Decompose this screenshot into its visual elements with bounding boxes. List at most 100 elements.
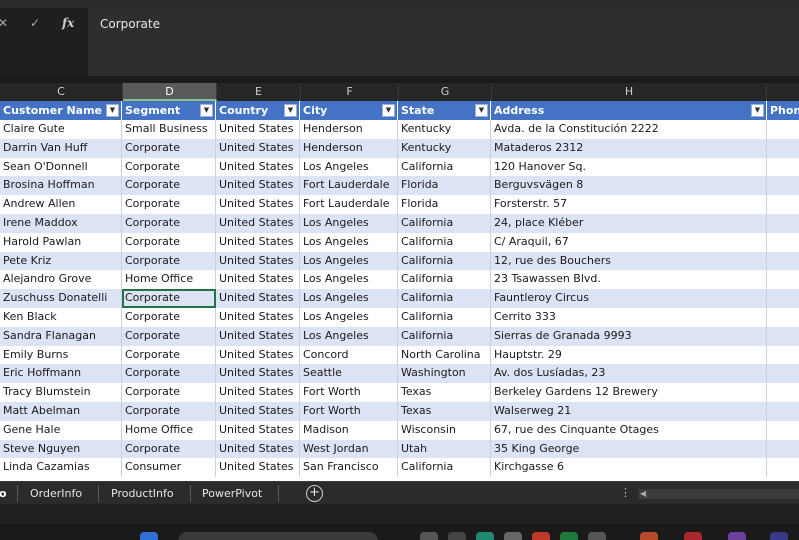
table-cell[interactable]: United States	[216, 439, 300, 459]
table-cell[interactable]: United States	[216, 402, 300, 421]
taskbar-app-icon[interactable]	[560, 532, 578, 540]
table-cell[interactable]: 35 King George	[491, 439, 767, 459]
sheet-tab[interactable]: PowerPivot	[202, 486, 262, 501]
table-cell[interactable]: Henderson	[300, 120, 398, 139]
table-cell[interactable]: Corporate	[122, 345, 216, 365]
table-cell[interactable]	[767, 402, 799, 421]
taskbar-app-icon[interactable]	[684, 532, 702, 540]
table-cell[interactable]: Fort Worth	[300, 402, 398, 421]
header-cell[interactable]: City ▼	[300, 101, 398, 120]
table-cell[interactable]: Claire Gute	[0, 120, 122, 139]
table-cell[interactable]: Matt Abelman	[0, 402, 122, 421]
table-cell[interactable]: Irene Maddox	[0, 214, 122, 233]
table-cell[interactable]: Cerrito 333	[491, 308, 767, 327]
taskbar-app-icon[interactable]	[532, 532, 550, 540]
table-cell[interactable]: Corporate	[122, 176, 216, 196]
table-cell[interactable]: United States	[216, 214, 300, 233]
table-cell[interactable]: Corporate	[122, 232, 216, 252]
taskbar-search[interactable]	[178, 532, 378, 540]
table-cell[interactable]	[767, 252, 799, 271]
table-cell[interactable]	[767, 327, 799, 346]
column-header-e[interactable]: E	[217, 83, 301, 101]
table-cell[interactable]: 24, place Kléber	[491, 214, 767, 233]
table-cell[interactable]: United States	[216, 232, 300, 252]
table-cell[interactable]: Corporate	[122, 157, 216, 177]
sheet-tab[interactable]: ProductInfo	[111, 486, 174, 501]
table-cell[interactable]: Corporate	[122, 364, 216, 384]
column-header-g[interactable]: G	[399, 83, 492, 101]
table-cell[interactable]: Fort Lauderdale	[300, 195, 398, 214]
table-cell[interactable]	[767, 233, 799, 252]
taskbar-app-icon[interactable]	[420, 532, 438, 540]
table-cell[interactable]: Florida	[398, 176, 491, 196]
table-cell[interactable]: Corporate	[122, 308, 216, 327]
table-cell[interactable]	[767, 195, 799, 214]
table-cell[interactable]: Los Angeles	[300, 157, 398, 177]
taskbar-app-icon[interactable]	[728, 532, 746, 540]
taskbar-app-icon[interactable]	[640, 532, 658, 540]
horizontal-scrollbar[interactable]: ◀	[638, 489, 799, 499]
filter-dropdown-icon[interactable]: ▼	[284, 104, 297, 117]
table-cell[interactable]: United States	[216, 138, 300, 158]
add-sheet-button[interactable]: +	[306, 485, 323, 502]
table-cell[interactable]: Corporate	[122, 251, 216, 271]
check-icon[interactable]: ✓	[30, 16, 40, 30]
taskbar-app-icon[interactable]	[448, 532, 466, 540]
table-cell[interactable]: Corporate	[122, 138, 216, 158]
table-cell[interactable]: United States	[216, 458, 300, 478]
table-cell[interactable]: California	[398, 308, 491, 327]
table-cell[interactable]: C/ Araquil, 67	[491, 232, 767, 252]
table-cell[interactable]: Alejandro Grove	[0, 270, 122, 290]
column-header-c[interactable]: C	[0, 83, 123, 101]
table-cell[interactable]: Zuschuss Donatelli	[0, 289, 122, 308]
table-cell[interactable]	[767, 346, 799, 365]
table-cell[interactable]: Home Office	[122, 420, 216, 440]
table-cell[interactable]: Steve Nguyen	[0, 439, 122, 459]
table-cell[interactable]: California	[398, 157, 491, 177]
table-cell[interactable]: Berguvsvägen 8	[491, 176, 767, 196]
table-cell[interactable]: Los Angeles	[300, 289, 398, 308]
table-cell[interactable]: Sandra Flanagan	[0, 326, 122, 346]
table-cell[interactable]: Linda Cazamias	[0, 458, 122, 478]
table-cell[interactable]: Pete Kriz	[0, 251, 122, 271]
table-cell[interactable]: Gene Hale	[0, 420, 122, 440]
table-cell[interactable]: Corporate	[122, 195, 216, 214]
table-cell[interactable]	[767, 120, 799, 139]
table-cell[interactable]: Madison	[300, 420, 398, 440]
table-cell[interactable]: Andrew Allen	[0, 195, 122, 214]
table-cell[interactable]: Texas	[398, 402, 491, 421]
table-cell[interactable]: Seattle	[300, 364, 398, 384]
table-cell[interactable]: Berkeley Gardens 12 Brewery	[491, 383, 767, 402]
taskbar-app-icon[interactable]	[504, 532, 522, 540]
table-cell[interactable]: Corporate	[122, 439, 216, 459]
table-cell[interactable]: Florida	[398, 195, 491, 214]
table-cell[interactable]: United States	[216, 383, 300, 402]
table-cell[interactable]: San Francisco	[300, 458, 398, 478]
table-cell[interactable]: Brosina Hoffman	[0, 176, 122, 196]
taskbar-app-icon[interactable]	[476, 532, 494, 540]
table-cell[interactable]: United States	[216, 176, 300, 196]
table-cell[interactable]: Kirchgasse 6	[491, 458, 767, 478]
windows-start-icon[interactable]	[140, 532, 158, 540]
function-icon[interactable]: fx	[62, 16, 74, 30]
table-cell[interactable]: Kentucky	[398, 138, 491, 158]
table-cell[interactable]: Home Office	[122, 270, 216, 290]
table-cell[interactable]: United States	[216, 326, 300, 346]
filter-dropdown-icon[interactable]: ▼	[200, 104, 213, 117]
table-cell[interactable]: United States	[216, 157, 300, 177]
header-cell[interactable]: Phon	[767, 101, 799, 120]
table-cell[interactable]	[767, 458, 799, 477]
table-cell[interactable]: Fauntleroy Circus	[491, 289, 767, 308]
table-cell[interactable]: Consumer	[122, 458, 216, 478]
table-cell[interactable]: California	[398, 458, 491, 478]
table-cell[interactable]: Los Angeles	[300, 232, 398, 252]
table-cell[interactable]: United States	[216, 195, 300, 214]
table-cell[interactable]: Harold Pawlan	[0, 232, 122, 252]
scroll-left-icon[interactable]: ◀	[640, 489, 646, 499]
table-cell[interactable]: United States	[216, 345, 300, 365]
table-cell[interactable]	[767, 289, 799, 308]
close-icon[interactable]: ✕	[0, 16, 8, 30]
filter-dropdown-icon[interactable]: ▼	[106, 104, 119, 117]
table-cell[interactable]: United States	[216, 289, 300, 308]
table-cell[interactable]: Washington	[398, 364, 491, 384]
